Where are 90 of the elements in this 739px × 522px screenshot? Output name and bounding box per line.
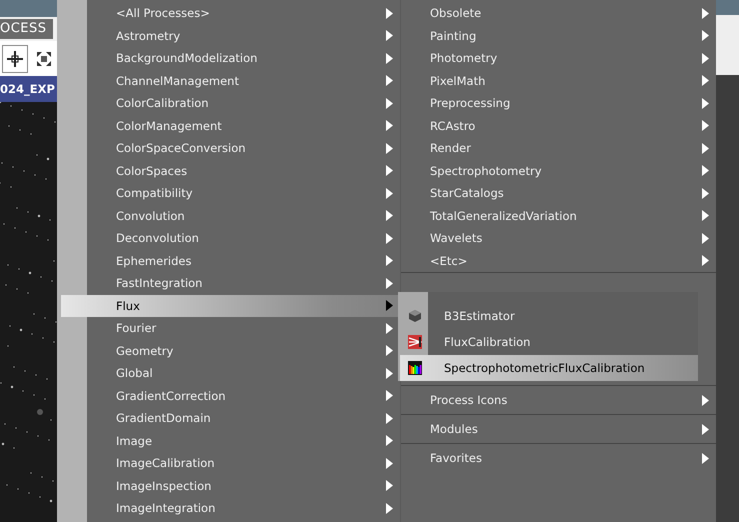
submenu-arrow-icon xyxy=(386,188,393,199)
menu-item[interactable]: FastIntegration xyxy=(87,272,400,294)
menu-item[interactable]: <All Processes> xyxy=(87,2,400,24)
menu-item[interactable]: Astrometry xyxy=(87,24,400,47)
menu-item[interactable]: Wavelets xyxy=(401,227,716,250)
submenu-arrow-icon xyxy=(702,394,709,406)
menu-item[interactable]: Compatibility xyxy=(87,182,400,204)
submenu-arrow-icon xyxy=(702,188,709,199)
menu-item[interactable]: GradientCorrection xyxy=(87,384,400,407)
submenu-arrow-icon xyxy=(386,435,393,446)
menu-item[interactable]: Convolution xyxy=(87,204,400,227)
image-title: 024_EXP xyxy=(0,76,57,102)
crosshair-button[interactable] xyxy=(2,44,28,72)
menu-item[interactable]: Modules xyxy=(401,414,716,443)
menu-item[interactable]: TotalGeneralizedVariation xyxy=(401,204,716,227)
submenu-arrow-icon xyxy=(386,480,393,492)
menu-item[interactable]: Favorites xyxy=(401,443,716,472)
menu-item[interactable]: PixelMath xyxy=(401,70,716,92)
menu-item[interactable]: Photometry xyxy=(401,47,716,70)
submenu-arrow-icon xyxy=(702,8,709,19)
submenu-arrow-icon xyxy=(702,165,709,176)
submenu-arrow-icon xyxy=(386,345,393,356)
submenu-arrow-icon xyxy=(386,210,393,222)
menu-item[interactable]: ChannelManagement xyxy=(87,70,400,92)
menu-item[interactable]: ColorSpaces xyxy=(87,160,400,182)
submenu-arrow-icon xyxy=(702,232,709,244)
crosshair-icon xyxy=(7,50,23,66)
menu-item[interactable]: Render xyxy=(401,137,716,160)
menu-item[interactable]: Preprocessing xyxy=(401,92,716,114)
menu-item[interactable]: ImageIntegration xyxy=(87,497,400,520)
header-bar xyxy=(715,0,739,15)
menu-item[interactable]: Fourier xyxy=(87,317,400,340)
fit-view-icon[interactable] xyxy=(36,50,52,66)
menu-item[interactable]: ColorManagement xyxy=(87,114,400,137)
flux-calibration-icon xyxy=(408,335,422,349)
submenu-arrow-icon xyxy=(386,142,393,154)
spectrum-icon xyxy=(408,361,422,375)
menu-item[interactable]: ColorCalibration xyxy=(87,92,400,114)
submenu-arrow-icon xyxy=(386,52,393,64)
submenu-arrow-icon xyxy=(386,165,393,176)
submenu-arrow-icon xyxy=(702,30,709,42)
menu-item[interactable]: GradientDomain xyxy=(87,407,400,430)
submenu-arrow-icon xyxy=(386,368,393,379)
submenu-arrow-icon xyxy=(386,300,393,312)
submenu-item[interactable]: B3Estimator xyxy=(400,303,698,329)
menu-item[interactable]: BackgroundModelization xyxy=(87,47,400,70)
submenu-arrow-icon xyxy=(702,52,709,64)
submenu-arrow-icon xyxy=(386,98,393,109)
submenu-arrow-icon xyxy=(386,322,393,334)
menu-item[interactable]: ImageInspection xyxy=(87,474,400,497)
submenu-arrow-icon xyxy=(702,210,709,222)
submenu-arrow-icon xyxy=(386,120,393,132)
menu-item[interactable]: Flux xyxy=(61,294,400,317)
menu-item[interactable]: Process Icons xyxy=(401,385,716,414)
submenu-arrow-icon xyxy=(386,255,393,266)
submenu-arrow-icon xyxy=(702,120,709,132)
submenu-arrow-icon xyxy=(702,98,709,109)
submenu-arrow-icon xyxy=(702,75,709,86)
menu-item[interactable]: Global xyxy=(87,362,400,384)
toolbar xyxy=(715,15,739,75)
menu-item[interactable]: Geometry xyxy=(87,340,400,362)
submenu-arrow-icon xyxy=(386,232,393,244)
menu-item[interactable]: Image xyxy=(87,430,400,452)
submenu-arrow-icon xyxy=(386,458,393,469)
menu-item[interactable]: StarCatalogs xyxy=(401,182,716,204)
menu-item[interactable]: Painting xyxy=(401,24,716,47)
submenu-arrow-icon xyxy=(386,75,393,86)
process-tab[interactable]: OCESS xyxy=(0,19,53,39)
menu-item[interactable]: Ephemerides xyxy=(87,250,400,272)
submenu-arrow-icon xyxy=(702,142,709,154)
menu-item[interactable]: Spectrophotometry xyxy=(401,160,716,182)
submenu-arrow-icon xyxy=(702,452,709,464)
header-bar xyxy=(0,0,57,17)
submenu-item[interactable]: FluxCalibration xyxy=(400,329,698,355)
menu-item[interactable]: Deconvolution xyxy=(87,227,400,250)
submenu-arrow-icon xyxy=(386,30,393,42)
submenu-arrow-icon xyxy=(386,8,393,19)
menu-item[interactable]: ImageCalibration xyxy=(87,452,400,474)
submenu-arrow-icon xyxy=(702,255,709,266)
menu-item[interactable]: Obsolete xyxy=(401,2,716,24)
menu-item[interactable]: <Etc> xyxy=(401,250,716,272)
submenu-arrow-icon xyxy=(702,424,709,434)
menu-item[interactable]: RCAstro xyxy=(401,114,716,137)
cube-icon xyxy=(408,309,422,323)
submenu-arrow-icon xyxy=(386,412,393,424)
menu-item[interactable]: ColorSpaceConversion xyxy=(87,137,400,160)
submenu-arrow-icon xyxy=(386,502,393,514)
submenu-arrow-icon xyxy=(386,278,393,289)
submenu-item[interactable]: SpectrophotometricFluxCalibration xyxy=(400,355,698,381)
submenu-arrow-icon xyxy=(386,390,393,402)
